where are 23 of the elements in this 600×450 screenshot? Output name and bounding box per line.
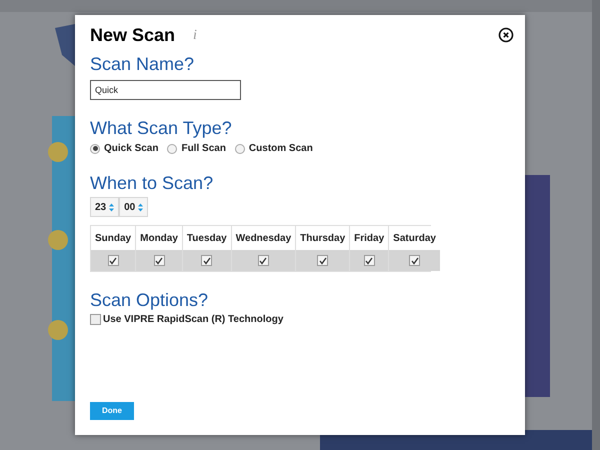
- section-heading: What Scan Type?: [90, 117, 233, 139]
- spinner-arrows-icon: [109, 202, 114, 212]
- checkbox[interactable]: [258, 255, 269, 266]
- radio-option[interactable]: Custom Scan: [234, 141, 313, 156]
- checkbox[interactable]: [317, 255, 328, 266]
- hour-spinner[interactable]: 23: [90, 197, 120, 217]
- section-heading: When to Scan?: [90, 172, 214, 194]
- section-heading: Scan Options?: [90, 289, 210, 311]
- checkbox[interactable]: [108, 255, 119, 266]
- close-icon[interactable]: [498, 27, 514, 43]
- checkbox[interactable]: [409, 255, 420, 266]
- option-label: Use VIPRE RapidScan (R) Technology: [103, 313, 284, 327]
- minute-spinner[interactable]: 00: [119, 197, 148, 217]
- spinner-arrows-icon: [138, 202, 144, 212]
- dialog-title: New Scan: [90, 24, 176, 47]
- checkbox[interactable]: [154, 255, 165, 266]
- checkbox[interactable]: [201, 255, 212, 266]
- checkbox[interactable]: [364, 255, 375, 266]
- checkbox[interactable]: [90, 314, 101, 325]
- radio-option[interactable]: Full Scan: [167, 141, 226, 156]
- radio-option[interactable]: Quick Scan: [90, 141, 158, 156]
- scan-name-field[interactable]: Quick: [90, 80, 241, 100]
- section-heading: Scan Name?: [90, 53, 196, 75]
